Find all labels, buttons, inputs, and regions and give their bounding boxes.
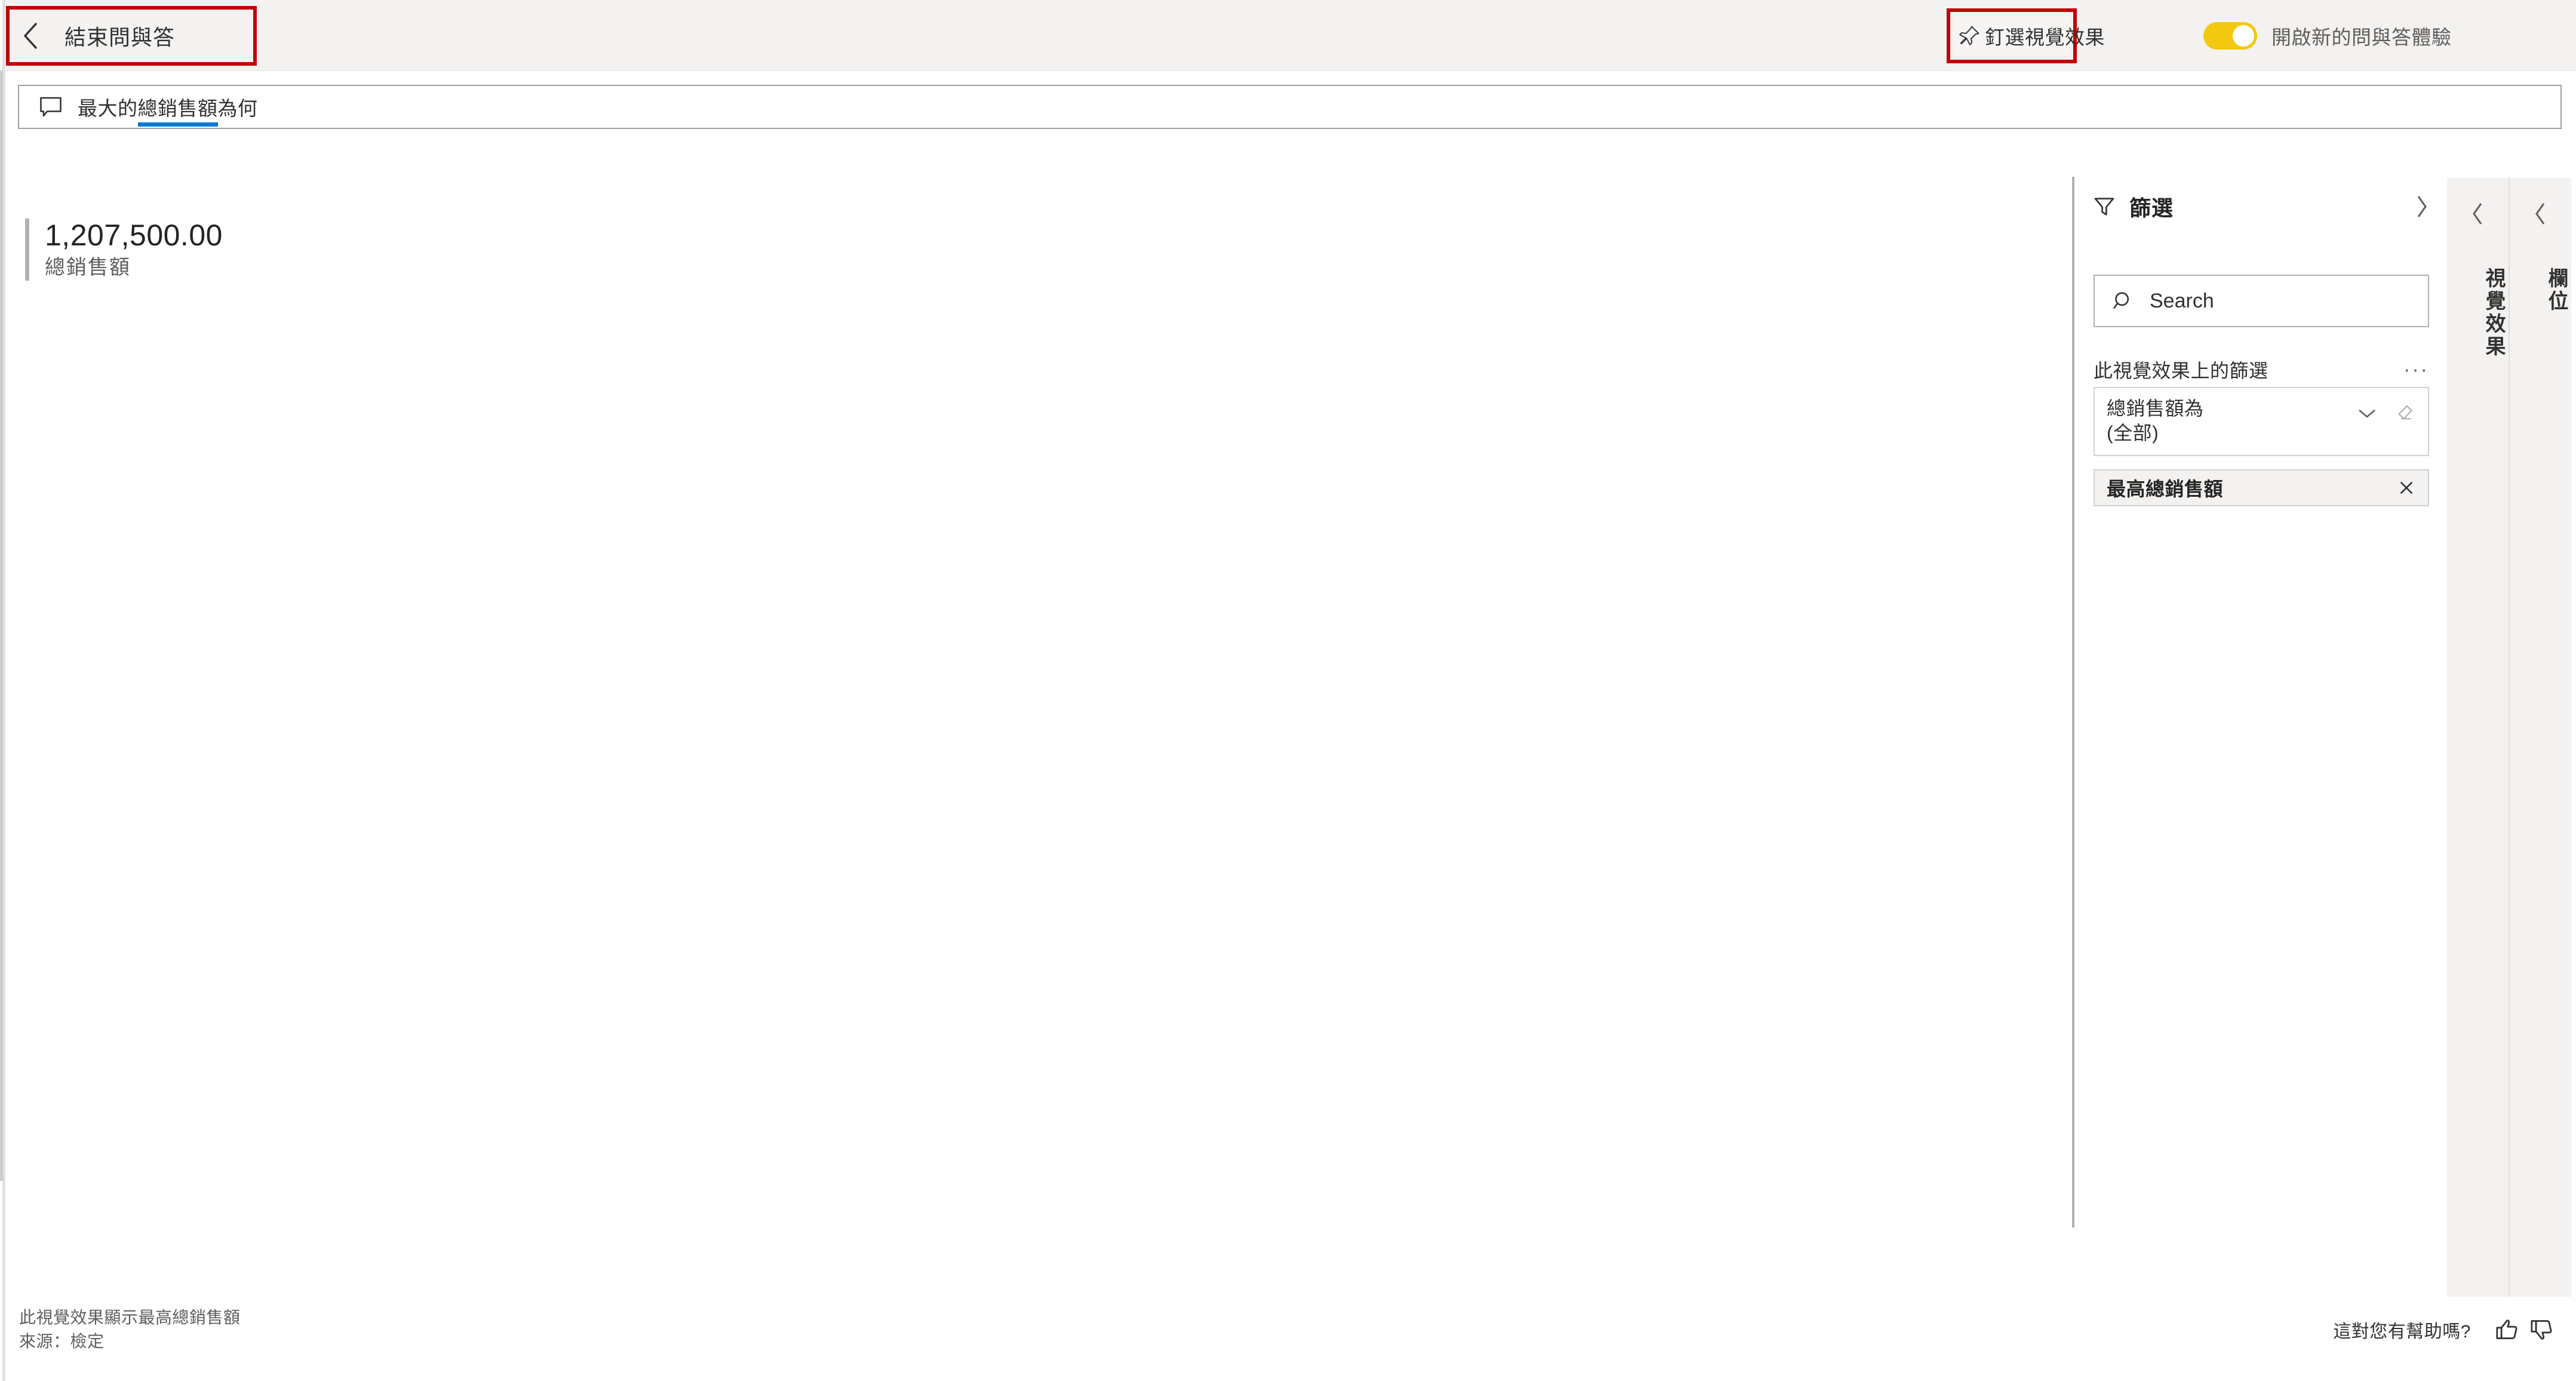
question-input-bar[interactable]: 最大的總銷售額為何	[18, 85, 2562, 129]
left-edge-rail	[0, 0, 6, 1381]
comment-icon	[37, 93, 64, 121]
question-text-after: 為何	[217, 97, 258, 119]
filter-card-field-value: (全部)	[2107, 422, 2159, 444]
close-icon[interactable]	[2396, 477, 2417, 499]
filter-funnel-icon	[2090, 192, 2119, 221]
filter-card-texts: 總銷售額為 (全部)	[2107, 396, 2204, 445]
qa-header-bar	[6, 0, 2576, 71]
chevron-left-icon[interactable]	[2447, 198, 2509, 229]
feedback-prompt: 這對您有幫助嗎?	[2333, 1322, 2471, 1342]
kpi-value: 1,207,500.00	[45, 219, 223, 252]
kpi-accent-bar	[25, 219, 29, 281]
pin-icon	[1954, 24, 1985, 47]
filters-pane-header: 篩選	[2090, 190, 2435, 223]
filters-pane: 篩選 Search 此視覺效果上的篩選 ··· 總銷售額為 (全部) 最高總銷售…	[2080, 177, 2445, 1228]
filters-pane-divider	[2072, 177, 2074, 1228]
exit-qa-button[interactable]: 結束問與答	[13, 13, 250, 59]
chevron-down-icon[interactable]	[2355, 401, 2379, 425]
filter-chip-max-total-sales[interactable]: 最高總銷售額	[2094, 469, 2429, 506]
chevron-left-icon[interactable]	[2510, 198, 2571, 229]
filters-pane-title: 篩選	[2129, 196, 2174, 220]
pin-visual-label: 釘選視覺效果	[1985, 26, 2105, 48]
new-qa-toggle-row: 開啟新的問與答體驗	[2203, 16, 2452, 56]
pin-visual-button[interactable]: 釘選視覺效果	[1954, 16, 2105, 56]
collapsed-panel-label-fields: 欄位	[2545, 267, 2568, 313]
feedback-row: 這對您有幫助嗎?	[2333, 1315, 2556, 1344]
filters-section-header: 此視覺效果上的篩選 ···	[2094, 356, 2429, 383]
thumbs-down-icon[interactable]	[2527, 1315, 2556, 1344]
filters-search-placeholder: Search	[2150, 289, 2214, 312]
kpi-label: 總銷售額	[45, 256, 131, 279]
search-icon	[2110, 288, 2137, 314]
collapsed-panel-fields[interactable]: 欄位	[2510, 178, 2571, 1297]
filter-card-total-sales[interactable]: 總銷售額為 (全部)	[2094, 387, 2429, 456]
kpi-card-body: 1,207,500.00 總銷售額	[45, 219, 223, 281]
explanation-line-2: 來源：檢定	[19, 1331, 104, 1351]
question-text-highlighted: 總銷售額	[137, 97, 218, 119]
visual-explanation-note: 此視覺效果顯示最高總銷售額 來源：檢定	[19, 1306, 241, 1354]
filters-section-label: 此視覺效果上的篩選	[2094, 360, 2268, 382]
exit-qa-label: 結束問與答	[64, 25, 176, 50]
filter-card-row: 總銷售額為 (全部)	[2107, 396, 2416, 445]
chevron-right-icon[interactable]	[2408, 193, 2435, 220]
left-rail-thumb[interactable]	[0, 70, 3, 1181]
chevron-left-icon	[13, 13, 49, 59]
report-canvas: 1,207,500.00 總銷售額	[6, 131, 2072, 1296]
filter-card-field-name: 總銷售額為	[2107, 398, 2204, 419]
collapsed-panel-visualizations[interactable]: 視覺效果	[2447, 178, 2510, 1297]
filters-more-options-button[interactable]: ···	[2403, 359, 2429, 380]
new-qa-toggle-label: 開啟新的問與答體驗	[2271, 26, 2452, 48]
filters-search-input[interactable]: Search	[2094, 275, 2429, 327]
toggle-knob	[2233, 25, 2254, 47]
thumbs-up-icon[interactable]	[2492, 1315, 2521, 1344]
explanation-line-1: 此視覺效果顯示最高總銷售額	[19, 1308, 241, 1327]
question-text: 最大的總銷售額為何	[78, 93, 258, 121]
kpi-card[interactable]: 1,207,500.00 總銷售額	[25, 219, 223, 281]
filter-card-icons	[2355, 396, 2416, 425]
collapsed-panel-label-visualizations: 視覺效果	[2482, 267, 2505, 358]
new-qa-experience-toggle[interactable]	[2203, 22, 2257, 50]
filter-chip-label: 最高總銷售額	[2107, 478, 2224, 500]
question-text-before: 最大的	[78, 97, 138, 119]
eraser-icon[interactable]	[2392, 401, 2416, 425]
